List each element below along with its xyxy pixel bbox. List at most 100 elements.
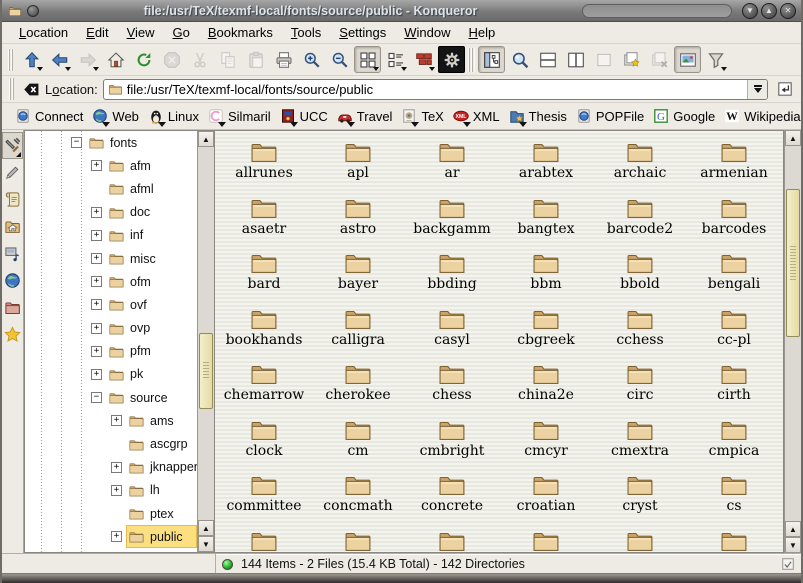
expand-toggle[interactable]: +	[91, 346, 102, 357]
bookmark-wikipedia[interactable]: WWikipedia	[721, 106, 803, 126]
tree-item-afm[interactable]: + afm	[25, 154, 197, 177]
bookmark-google[interactable]: GGoogle	[650, 106, 720, 126]
folder-bookhands[interactable]: bookhands	[217, 301, 311, 357]
folder-bbding[interactable]: bbding	[405, 245, 499, 301]
expand-toggle[interactable]: +	[111, 531, 122, 542]
tree-item-cell[interactable]: ofm	[106, 270, 197, 293]
expand-toggle[interactable]: +	[111, 415, 122, 426]
window-bottom-frame[interactable]	[2, 573, 801, 583]
scroll-up-arrow[interactable]: ▲	[785, 521, 801, 537]
bookmark-popfile[interactable]: POPFile	[573, 106, 649, 126]
folder-bard[interactable]: bard	[217, 245, 311, 301]
folder-bengali[interactable]: bengali	[687, 245, 781, 301]
bookmark-tex[interactable]: TeX	[398, 106, 448, 126]
link-view-checkbox[interactable]	[781, 557, 795, 571]
tree-item-cell[interactable]: afml	[106, 177, 197, 200]
folder-cmpica[interactable]: cmpica	[687, 412, 781, 468]
show-sidebar-button[interactable]	[478, 46, 505, 73]
folder-allrunes[interactable]: allrunes	[217, 134, 311, 190]
folder-armenian[interactable]: armenian	[687, 134, 781, 190]
tree-item-fonts[interactable]: −fonts	[25, 131, 197, 154]
tree-item-cell[interactable]: doc	[106, 201, 197, 224]
folder-partial[interactable]	[217, 523, 311, 554]
folder-cmbright[interactable]: cmbright	[405, 412, 499, 468]
minimize-button[interactable]: ▼	[742, 3, 758, 19]
folder-bayer[interactable]: bayer	[311, 245, 405, 301]
scroll-down-arrow[interactable]: ▼	[785, 537, 801, 553]
tree-item-ptex[interactable]: ptex	[25, 502, 197, 525]
tree-item-source[interactable]: −source	[25, 386, 197, 409]
menu-bookmarks[interactable]: Bookmarks	[199, 23, 282, 42]
maximize-button[interactable]: ▲	[761, 3, 777, 19]
location-toolbar-handle[interactable]	[9, 78, 15, 100]
sidebar-tab-network-globe[interactable]	[2, 267, 23, 294]
tree-item-ams[interactable]: +ams	[25, 409, 197, 432]
up-button[interactable]	[18, 46, 45, 73]
konqueror-gear-button[interactable]	[438, 46, 465, 73]
folder-ar[interactable]: ar	[405, 134, 499, 190]
menu-view[interactable]: View	[118, 23, 164, 42]
folder-cs[interactable]: cs	[687, 467, 781, 523]
folder-cbgreek[interactable]: cbgreek	[499, 301, 593, 357]
location-input[interactable]	[127, 80, 747, 99]
bricks-view-button[interactable]	[410, 46, 437, 73]
tree-item-cell[interactable]: ovf	[106, 293, 197, 316]
sidebar-tab-bookmarks-star[interactable]	[2, 321, 23, 348]
tree-item-cell[interactable]: ptex	[126, 502, 197, 525]
tree-item-cell[interactable]: misc	[106, 247, 197, 270]
bookmark-xml[interactable]: XMLXML	[450, 106, 505, 126]
folder-chemarrow[interactable]: chemarrow	[217, 356, 311, 412]
folder-arabtex[interactable]: arabtex	[499, 134, 593, 190]
folder-cc-pl[interactable]: cc-pl	[687, 301, 781, 357]
folder-barcode2[interactable]: barcode2	[593, 190, 687, 246]
menu-help[interactable]: Help	[460, 23, 505, 42]
folder-cirth[interactable]: cirth	[687, 356, 781, 412]
folder-astro[interactable]: astro	[311, 190, 405, 246]
sidebar-tab-home-folder[interactable]	[2, 213, 23, 240]
menu-go[interactable]: Go	[164, 23, 199, 42]
bookmark-connect[interactable]: Connect	[12, 106, 88, 126]
tree-item-cell[interactable]: afm	[106, 154, 197, 177]
expand-toggle[interactable]: +	[91, 299, 102, 310]
clear-location-button[interactable]	[23, 81, 40, 98]
print-button[interactable]	[270, 46, 297, 73]
tree-item-afml[interactable]: afml	[25, 177, 197, 200]
folder-concrete[interactable]: concrete	[405, 467, 499, 523]
folder-barcodes[interactable]: barcodes	[687, 190, 781, 246]
collapse-toggle[interactable]: −	[71, 137, 82, 148]
folder-cryst[interactable]: cryst	[593, 467, 687, 523]
tree-item-lh[interactable]: +lh	[25, 479, 197, 502]
bookmark-travel[interactable]: Travel	[334, 106, 398, 126]
folder-circ[interactable]: circ	[593, 356, 687, 412]
menu-edit[interactable]: Edit	[77, 23, 117, 42]
tree-item-misc[interactable]: +misc	[25, 247, 197, 270]
expand-toggle[interactable]: +	[111, 462, 122, 473]
tree-item-public[interactable]: +public	[25, 525, 197, 548]
location-dropdown-button[interactable]	[747, 80, 767, 99]
tree-item-cell[interactable]: source	[106, 386, 197, 409]
folder-partial[interactable]	[311, 523, 405, 554]
scroll-down-arrow[interactable]: ▼	[198, 536, 214, 552]
tree-item-cell[interactable]: lh	[126, 479, 197, 502]
bookmark-web[interactable]: Web	[89, 106, 144, 126]
collapse-toggle[interactable]: −	[91, 392, 102, 403]
back-button[interactable]	[46, 46, 73, 73]
scrollbar-thumb[interactable]	[786, 189, 800, 337]
split-horizontal-button[interactable]	[534, 46, 561, 73]
expand-toggle[interactable]: +	[91, 160, 102, 171]
reload-button[interactable]	[130, 46, 157, 73]
folder-croatian[interactable]: croatian	[499, 467, 593, 523]
folder-partial[interactable]	[687, 523, 781, 554]
menu-tools[interactable]: Tools	[282, 23, 330, 42]
folder-committee[interactable]: committee	[217, 467, 311, 523]
folder-backgamm[interactable]: backgamm	[405, 190, 499, 246]
expand-toggle[interactable]: +	[91, 276, 102, 287]
titlebar[interactable]: file:/usr/TeX/texmf-local/fonts/source/p…	[2, 0, 801, 22]
bookmark-silmaril[interactable]: Silmaril	[205, 106, 276, 126]
expand-toggle[interactable]: +	[91, 323, 102, 334]
folder-china2e[interactable]: china2e	[499, 356, 593, 412]
folder-calligra[interactable]: calligra	[311, 301, 405, 357]
home-button[interactable]	[102, 46, 129, 73]
thumbnails-button[interactable]	[674, 46, 701, 73]
folder-bbold[interactable]: bbold	[593, 245, 687, 301]
